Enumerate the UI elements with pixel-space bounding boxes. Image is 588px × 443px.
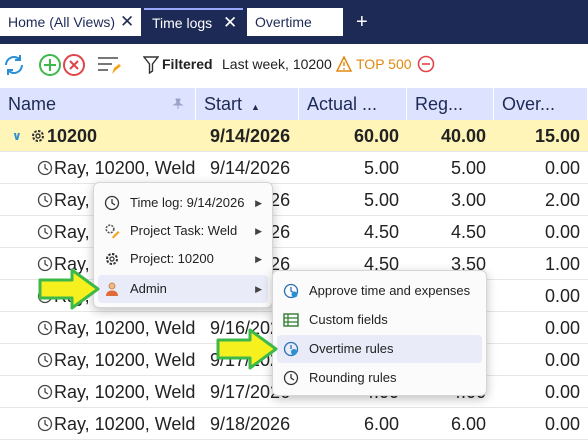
approve-icon — [283, 283, 299, 299]
gear-icon — [32, 130, 44, 142]
tab-overtime[interactable]: Overtime — [247, 8, 343, 36]
warning-icon — [336, 56, 352, 72]
clock-icon — [37, 160, 53, 176]
row-start: 9/14/2026 — [210, 158, 291, 178]
row-name: Ray, 10200, Weld — [54, 382, 196, 402]
column-header-actual[interactable]: Actual ... — [299, 88, 407, 120]
close-icon[interactable]: ✕ — [223, 10, 237, 36]
clock-icon — [37, 320, 53, 336]
row-overtime: 0.00 — [544, 350, 580, 370]
table-row[interactable]: Ray, 10200, Weld 9/14/2026 5.00 5.00 0.00 — [0, 152, 588, 184]
row-overtime: 1.00 — [544, 254, 580, 274]
tab-home-all-views[interactable]: Home (All Views) ✕ — [0, 8, 141, 36]
row-overtime: 0.00 — [544, 286, 580, 306]
submenu-arrow-icon: ▶ — [255, 284, 262, 294]
table-row[interactable]: Ray, 10200, Weld9/15/20265.003.002.00 — [0, 184, 588, 216]
column-header-regular[interactable]: Reg... — [407, 88, 494, 120]
menu-item-time-log[interactable]: Time log: 9/14/2026 ▶ — [98, 189, 268, 217]
tab-bar: Home (All Views) ✕ Time logs ✕ Overtime … — [0, 0, 588, 44]
gear-icon — [106, 253, 118, 265]
filter-icon[interactable] — [143, 56, 159, 74]
tab-time-logs[interactable]: Time logs ✕ — [144, 8, 243, 36]
column-header-overtime[interactable]: Over... — [494, 88, 588, 120]
edit-columns-icon[interactable] — [96, 53, 122, 77]
submenu-arrow-icon: ▶ — [255, 254, 262, 264]
table-row[interactable]: Ray, 10200, Weld 9/18/2026 6.00 6.00 0.00 — [0, 408, 588, 440]
submenu-arrow-icon: ▶ — [255, 226, 262, 236]
refresh-icon[interactable] — [2, 53, 26, 77]
menu-item-project[interactable]: Project: 10200 ▶ — [98, 245, 268, 273]
filtered-label: Filtered — [162, 56, 213, 72]
annotation-arrow-icon — [38, 268, 100, 310]
clear-filter-icon[interactable] — [417, 55, 435, 73]
pin-icon[interactable] — [172, 98, 184, 110]
menu-item-approve-time-and-expenses[interactable]: Approve time and expenses — [277, 277, 482, 305]
grid-header: Name Start ▲ Actual ... Reg... Over... — [0, 88, 588, 120]
menu-item-project-task[interactable]: Project Task: Weld ▶ — [98, 217, 268, 245]
add-icon[interactable] — [38, 53, 62, 77]
clock-icon — [283, 370, 299, 386]
clock-icon — [37, 416, 53, 432]
row-actual: 6.00 — [363, 414, 399, 434]
remove-icon[interactable] — [62, 53, 86, 77]
row-name: Ray, 10200, Weld — [54, 350, 196, 370]
row-regular: 4.50 — [450, 222, 486, 242]
row-name: Ray, 10200, Weld — [54, 318, 196, 338]
group-actual: 60.00 — [353, 126, 399, 146]
row-overtime: 0.00 — [544, 414, 580, 434]
table-row[interactable]: Ray, 10200, Weld9/15/20264.504.500.00 — [0, 216, 588, 248]
admin-submenu: Approve time and expenses Custom fields … — [272, 270, 487, 396]
chevron-down-icon[interactable]: ∨ — [12, 120, 22, 152]
sort-ascending-icon: ▲ — [251, 102, 260, 112]
tab-label: Home (All Views) — [8, 14, 116, 30]
annotation-arrow-icon — [216, 328, 278, 370]
toolbar: Filtered Last week, 10200 TOP 500 — [0, 44, 588, 88]
row-overtime: 2.00 — [544, 190, 580, 210]
close-icon[interactable]: ✕ — [120, 8, 134, 36]
context-menu: Time log: 9/14/2026 ▶ Project Task: Weld… — [93, 182, 273, 308]
row-regular: 6.00 — [450, 414, 486, 434]
clock-icon — [37, 224, 53, 240]
submenu-arrow-icon: ▶ — [255, 198, 262, 208]
column-header-start[interactable]: Start ▲ — [196, 88, 299, 120]
row-overtime: 0.00 — [544, 222, 580, 242]
top-limit-label[interactable]: TOP 500 — [356, 56, 412, 72]
menu-item-rounding-rules[interactable]: Rounding rules — [277, 364, 482, 392]
clock-icon — [37, 352, 53, 368]
row-name: Ray, 10200, Weld — [54, 414, 196, 434]
row-actual: 5.00 — [363, 158, 399, 178]
row-overtime: 0.00 — [544, 158, 580, 178]
tab-label: Overtime — [255, 14, 312, 30]
add-tab-button[interactable]: + — [348, 8, 378, 36]
task-gear-icon — [105, 224, 120, 239]
filter-summary[interactable]: Last week, 10200 — [222, 56, 332, 72]
menu-item-admin[interactable]: Admin ▶ — [98, 275, 268, 303]
group-regular: 40.00 — [440, 126, 486, 146]
menu-item-overtime-rules[interactable]: Overtime rules — [277, 335, 482, 363]
clock-icon — [37, 192, 53, 208]
plus-icon: + — [356, 11, 368, 33]
row-name: Ray, 10200, Weld — [54, 158, 196, 178]
row-overtime: 0.00 — [544, 318, 580, 338]
table-icon — [283, 313, 299, 327]
row-start: 9/18/2026 — [210, 414, 291, 434]
group-start: 9/14/2026 — [210, 126, 291, 146]
tab-label: Time logs — [152, 15, 213, 31]
row-regular: 3.00 — [450, 190, 486, 210]
row-overtime: 0.00 — [544, 382, 580, 402]
row-regular: 5.00 — [450, 158, 486, 178]
person-icon — [106, 282, 118, 296]
group-overtime: 15.00 — [534, 126, 580, 146]
menu-item-custom-fields[interactable]: Custom fields — [277, 306, 482, 334]
clock-icon — [104, 195, 120, 211]
row-actual: 4.50 — [363, 222, 399, 242]
group-row[interactable]: ∨ 10200 9/14/2026 60.00 40.00 15.00 — [0, 120, 588, 152]
row-actual: 5.00 — [363, 190, 399, 210]
clock-icon — [37, 384, 53, 400]
group-name: 10200 — [47, 126, 98, 146]
overtime-icon — [283, 341, 299, 357]
column-header-name[interactable]: Name — [0, 88, 196, 120]
